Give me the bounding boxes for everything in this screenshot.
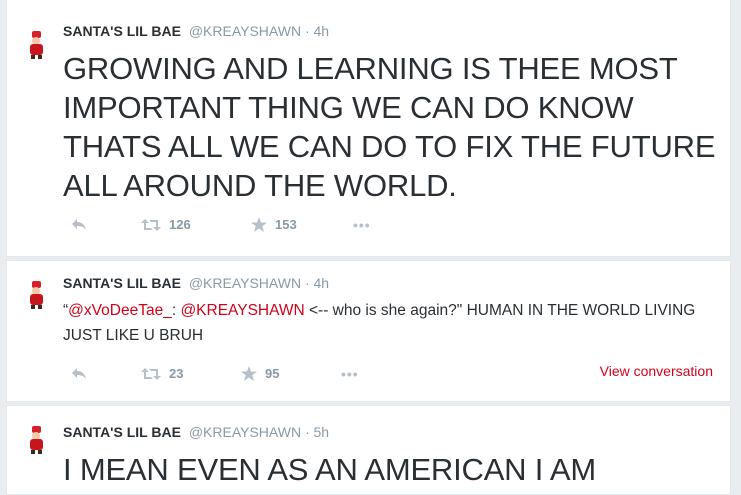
reply-button[interactable] [71,366,87,380]
more-icon: ••• [353,217,371,233]
star-icon [241,366,257,381]
timestamp[interactable]: 5h [314,424,330,440]
tweet[interactable]: SANTA'S LIL BAE @KREAYSHAWN · 4h “@xVoDe… [6,260,731,402]
display-name[interactable]: SANTA'S LIL BAE [63,23,181,39]
retweet-count: 23 [169,366,184,381]
retweet-button[interactable]: 126 [141,217,191,232]
reply-icon [72,368,86,379]
handle[interactable]: @KREAYSHAWN [189,424,301,440]
tweet-text: “@xVoDeeTae_: @KREAYSHAWN <-- who is she… [63,298,723,348]
display-name[interactable]: SANTA'S LIL BAE [63,275,181,291]
separator: · [304,23,310,39]
retweet-icon [141,218,161,231]
retweet-button[interactable]: 23 [141,366,183,381]
avatar[interactable] [25,424,47,454]
display-name[interactable]: SANTA'S LIL BAE [63,424,181,440]
reply-button[interactable] [71,217,87,231]
tweet-header: SANTA'S LIL BAE @KREAYSHAWN · 4h [63,275,329,291]
favorite-count: 153 [275,217,297,232]
tweet-text: I MEAN EVEN AS AN AMERICAN I AM [63,452,597,487]
retweet-icon [141,367,161,380]
avatar[interactable] [25,279,47,309]
favorite-button[interactable]: 95 [241,366,279,381]
more-button[interactable]: ••• [341,366,359,382]
tweet[interactable]: SANTA'S LIL BAE @KREAYSHAWN · 4h GROWING… [6,0,731,257]
mention-link[interactable]: @xVoDeeTae_ [68,302,172,319]
separator: · [304,424,310,440]
more-button[interactable]: ••• [353,217,371,233]
retweet-count: 126 [169,217,191,232]
mention-link[interactable]: @KREAYSHAWN [180,302,304,319]
reply-icon [72,219,86,230]
handle[interactable]: @KREAYSHAWN [189,23,301,39]
handle[interactable]: @KREAYSHAWN [189,275,301,291]
tweet[interactable]: SANTA'S LIL BAE @KREAYSHAWN · 5h I MEAN … [6,405,731,495]
avatar[interactable] [25,29,47,59]
timestamp[interactable]: 4h [314,23,330,39]
tweet-header: SANTA'S LIL BAE @KREAYSHAWN · 5h [63,424,329,440]
tweet-text: GROWING AND LEARNING IS THEE MOST IMPORT… [63,51,716,203]
star-icon [251,217,267,232]
separator: · [304,275,310,291]
view-conversation-link[interactable]: View conversation [600,363,713,379]
timeline: SANTA'S LIL BAE @KREAYSHAWN · 4h GROWING… [0,0,741,495]
tweet-header: SANTA'S LIL BAE @KREAYSHAWN · 4h [63,23,329,39]
more-icon: ••• [341,366,359,382]
timestamp[interactable]: 4h [314,275,330,291]
favorite-button[interactable]: 153 [251,217,297,232]
favorite-count: 95 [265,366,280,381]
